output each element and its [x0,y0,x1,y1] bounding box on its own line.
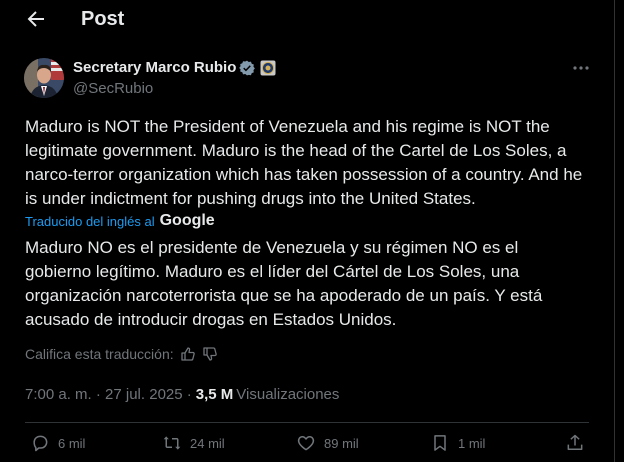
post-meta: 7:00 a. m. · 27 jul. 2025 · 3,5 M Visual… [25,386,339,403]
bookmark-count: 1 mil [458,435,486,451]
translation-attribution: Traducido del inglés al Google [25,212,215,230]
thumbs-down-icon[interactable] [202,346,218,362]
views-label: Visualizaciones [236,386,340,403]
translation-text: Maduro NO es el presidente de Venezuela … [25,238,543,329]
back-arrow-icon[interactable] [24,7,48,31]
action-bar: 6 mil 24 mil 89 mil 1 mil [0,425,614,462]
thumbs-up-icon[interactable] [180,346,196,362]
like-icon [297,436,315,451]
tweet-text: Maduro is NOT the President of Venezuela… [25,117,583,208]
avatar-image [24,58,64,98]
verified-badge-icon[interactable] [239,60,256,76]
bookmark-button[interactable]: 1 mil [430,433,485,453]
author-handle[interactable]: @SecRubio [73,80,153,97]
more-icon[interactable] [571,60,591,76]
post-frame: Post Secretary Marco Rubio @SecRubio Mad… [0,0,615,462]
views-count: 3,5 M [195,386,234,403]
google-logo: Google [159,212,215,229]
author-name-row[interactable]: Secretary Marco Rubio [73,59,276,76]
timestamp[interactable]: 7:00 a. m. · 27 jul. 2025 · [25,386,192,403]
avatar[interactable] [24,58,64,98]
like-button[interactable]: 89 mil [296,433,359,453]
rate-translation-label: Califica esta traducción: [25,346,174,362]
divider [25,422,589,423]
reply-icon [33,435,48,452]
share-button[interactable] [565,433,585,453]
header: Post [0,0,614,40]
government-seal-icon[interactable] [260,60,276,76]
repost-button[interactable]: 24 mil [162,433,225,453]
like-count: 89 mil [324,435,359,451]
reply-button[interactable]: 6 mil [30,433,85,453]
repost-icon [163,436,181,450]
bookmark-icon [434,435,446,451]
page-title: Post [81,8,125,30]
share-icon [567,434,583,450]
rate-translation: Califica esta traducción: [25,346,218,362]
author-name[interactable]: Secretary Marco Rubio [73,59,236,76]
translated-label[interactable]: Traducido del inglés al [25,214,155,229]
repost-count: 24 mil [190,435,225,451]
reply-count: 6 mil [58,435,86,451]
